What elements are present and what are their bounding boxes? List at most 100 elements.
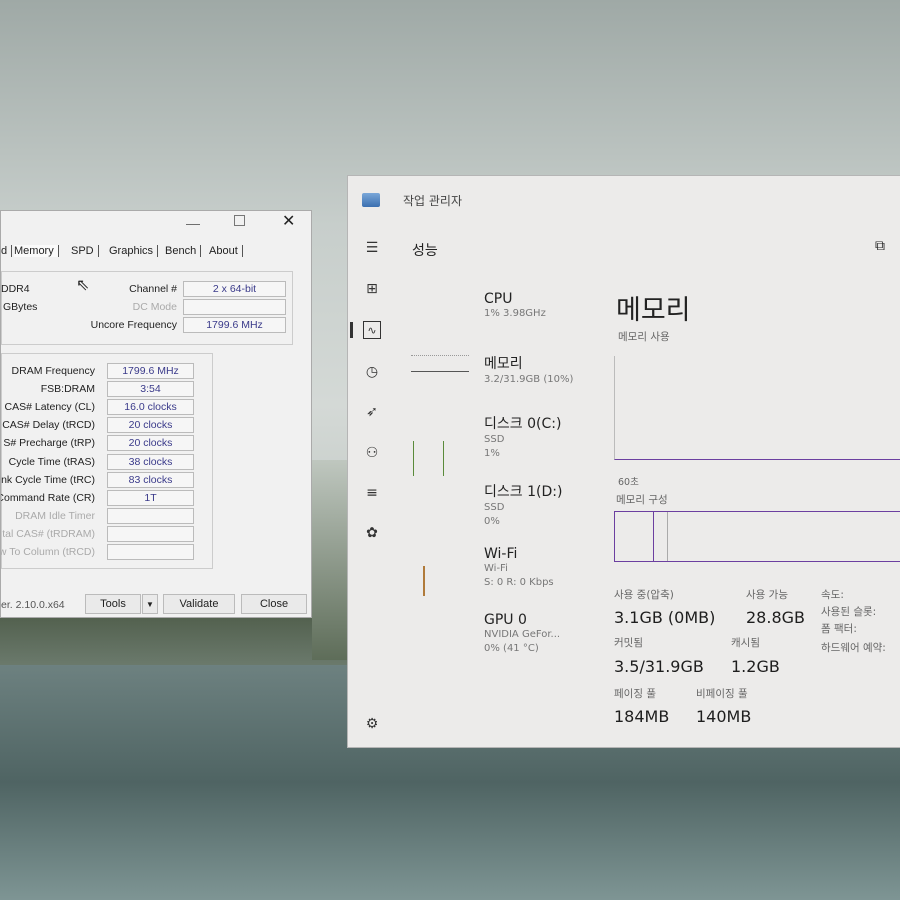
perf-item-disk0[interactable]: 디스크 0(C:) SSD 1% [484, 413, 561, 461]
speed-label: 속도: [821, 589, 844, 601]
memory-type: DDR4 [1, 283, 30, 295]
timing-label: DRAM Idle Timer [15, 509, 95, 522]
tab-memory[interactable]: Memory [14, 245, 59, 257]
perf-item-memory[interactable]: 메모리 3.2/31.9GB (10%) [484, 353, 573, 387]
time-label: 60초 [618, 477, 639, 488]
active-indicator [350, 322, 353, 338]
cached-value: 1.2GB [731, 657, 780, 676]
tools-button[interactable]: Tools [85, 594, 141, 614]
window-title: 작업 관리자 [403, 194, 463, 208]
in-use-label: 사용 중(압축) [614, 589, 674, 601]
nonpaged-pool-label: 비페이징 풀 [696, 688, 748, 700]
app-history-icon[interactable]: ◷ [363, 363, 381, 381]
task-manager-app-icon [362, 193, 380, 207]
item-name: CPU [484, 291, 513, 307]
hardware-reserved-label: 하드웨어 예약: [821, 642, 886, 654]
users-icon[interactable]: ⚇ [363, 444, 381, 462]
uncore-label: Uncore Frequency [90, 319, 177, 331]
perf-item-wifi[interactable]: Wi-Fi Wi-Fi S: 0 R: 0 Kbps [484, 546, 554, 590]
in-use-value: 3.1GB (0MB) [614, 608, 716, 627]
settings-gear-icon[interactable]: ⚙ [363, 715, 381, 733]
close-window-button[interactable]: ✕ [282, 211, 295, 231]
gpu-mini-graph [411, 616, 469, 666]
timing-value: 20 clocks [107, 417, 194, 434]
disk0-mini-graph [411, 426, 469, 476]
timing-label: tal CAS# (tRDRAM) [2, 527, 95, 540]
perf-item-cpu[interactable]: CPU 1% 3.98GHz [484, 291, 546, 321]
startup-apps-icon[interactable]: ➶ [363, 403, 381, 421]
dc-mode-label: DC Mode [132, 301, 177, 313]
slots-label: 사용된 슬롯: [821, 606, 877, 618]
tab-mainboard[interactable]: d [1, 245, 13, 257]
timing-label: nk Cycle Time (tRC) [1, 473, 95, 486]
timing-label: DRAM Frequency [11, 365, 95, 377]
close-button[interactable]: Close [241, 594, 307, 614]
composition-label: 메모리 구성 [616, 494, 668, 506]
detail-title: 메모리 [616, 295, 691, 326]
usage-label: 메모리 사용 [618, 331, 670, 343]
form-factor-label: 폼 팩터: [821, 623, 857, 635]
timing-label: S# Precharge (tRP) [3, 437, 95, 450]
item-name: 디스크 0(C:) [484, 416, 562, 432]
tab-spd[interactable]: SPD [71, 245, 99, 257]
committed-value: 3.5/31.9GB [614, 657, 704, 676]
tools-dropdown-icon[interactable]: ▼ [142, 594, 158, 614]
dc-mode-value [183, 299, 286, 315]
channel-value: 2 x 64-bit [183, 281, 286, 297]
perf-item-disk1[interactable]: 디스크 1(D:) SSD 0% [484, 481, 562, 529]
memory-mini-graph [411, 371, 469, 421]
available-value: 28.8GB [746, 608, 805, 627]
timing-label: Command Rate (CR) [1, 491, 95, 504]
timing-value: 83 clocks [107, 471, 194, 488]
item-name: Wi-Fi [484, 546, 518, 562]
cpuz-window: — ✕ d Memory SPD Graphics Bench About DD… [0, 210, 312, 618]
item-sub: 3.2/31.9GB (10%) [484, 374, 574, 385]
timing-value: 1T [107, 489, 194, 506]
item-sub: SSD [484, 434, 505, 445]
disk1-mini-graph [411, 501, 469, 551]
timing-value: 1799.6 MHz [107, 363, 194, 379]
processes-icon[interactable]: ⊞ [363, 280, 381, 298]
timing-value: 16.0 clocks [107, 399, 194, 416]
cached-label: 캐시됨 [731, 637, 760, 649]
services-icon[interactable]: ✿ [363, 524, 381, 542]
channel-label: Channel # [129, 283, 177, 295]
mouse-cursor-icon: ⇖ [76, 277, 90, 294]
item-name: 메모리 [484, 356, 523, 372]
new-window-icon[interactable]: ⧉ [875, 238, 885, 254]
paged-pool-value: 184MB [614, 707, 670, 726]
details-icon[interactable]: ≡ [363, 484, 381, 502]
item-name: 디스크 1(D:) [484, 484, 563, 500]
timing-label: FSB:DRAM [40, 383, 95, 396]
item-sub: 1% 3.98GHz [484, 308, 546, 319]
timing-value [107, 507, 194, 524]
timing-value [107, 525, 194, 542]
timing-value: 20 clocks [107, 435, 194, 452]
validate-button[interactable]: Validate [163, 594, 235, 614]
nonpaged-pool-value: 140MB [696, 707, 752, 726]
tab-graphics[interactable]: Graphics [109, 245, 159, 257]
timing-label: Cycle Time (tRAS) [8, 455, 95, 468]
hamburger-menu-icon[interactable]: ☰ [363, 239, 381, 257]
item-sub: SSD [484, 502, 505, 513]
maximize-button[interactable] [234, 215, 245, 226]
memory-usage-graph [614, 356, 900, 460]
background-hills [0, 610, 360, 670]
minimize-button[interactable]: — [186, 215, 200, 231]
tab-bench[interactable]: Bench [165, 245, 202, 257]
timing-label: CAS# Latency (CL) [4, 401, 95, 414]
perf-item-gpu[interactable]: GPU 0 NVIDIA GeFor... 0% (41 °C) [484, 612, 560, 656]
memory-composition-bar [614, 511, 900, 562]
tab-about[interactable]: About [209, 245, 243, 257]
version-label: er. 2.10.0.x64 [1, 599, 65, 611]
item-sub: Wi-Fi [484, 563, 508, 574]
performance-icon[interactable]: ∿ [363, 321, 381, 339]
timing-value: 38 clocks [107, 453, 194, 470]
item-sub2: 0% [484, 516, 500, 527]
timing-label: CAS# Delay (tRCD) [2, 419, 95, 432]
timing-value: 3:54 [107, 381, 194, 398]
item-sub2: 1% [484, 448, 500, 459]
task-manager-window: 작업 관리자 ☰ ⊞ ∿ ◷ ➶ ⚇ ≡ ✿ ⚙ 성능 ⧉ CPU 1% 3.98… [347, 175, 900, 748]
background-trees [312, 460, 352, 660]
section-title: 성능 [412, 243, 438, 259]
